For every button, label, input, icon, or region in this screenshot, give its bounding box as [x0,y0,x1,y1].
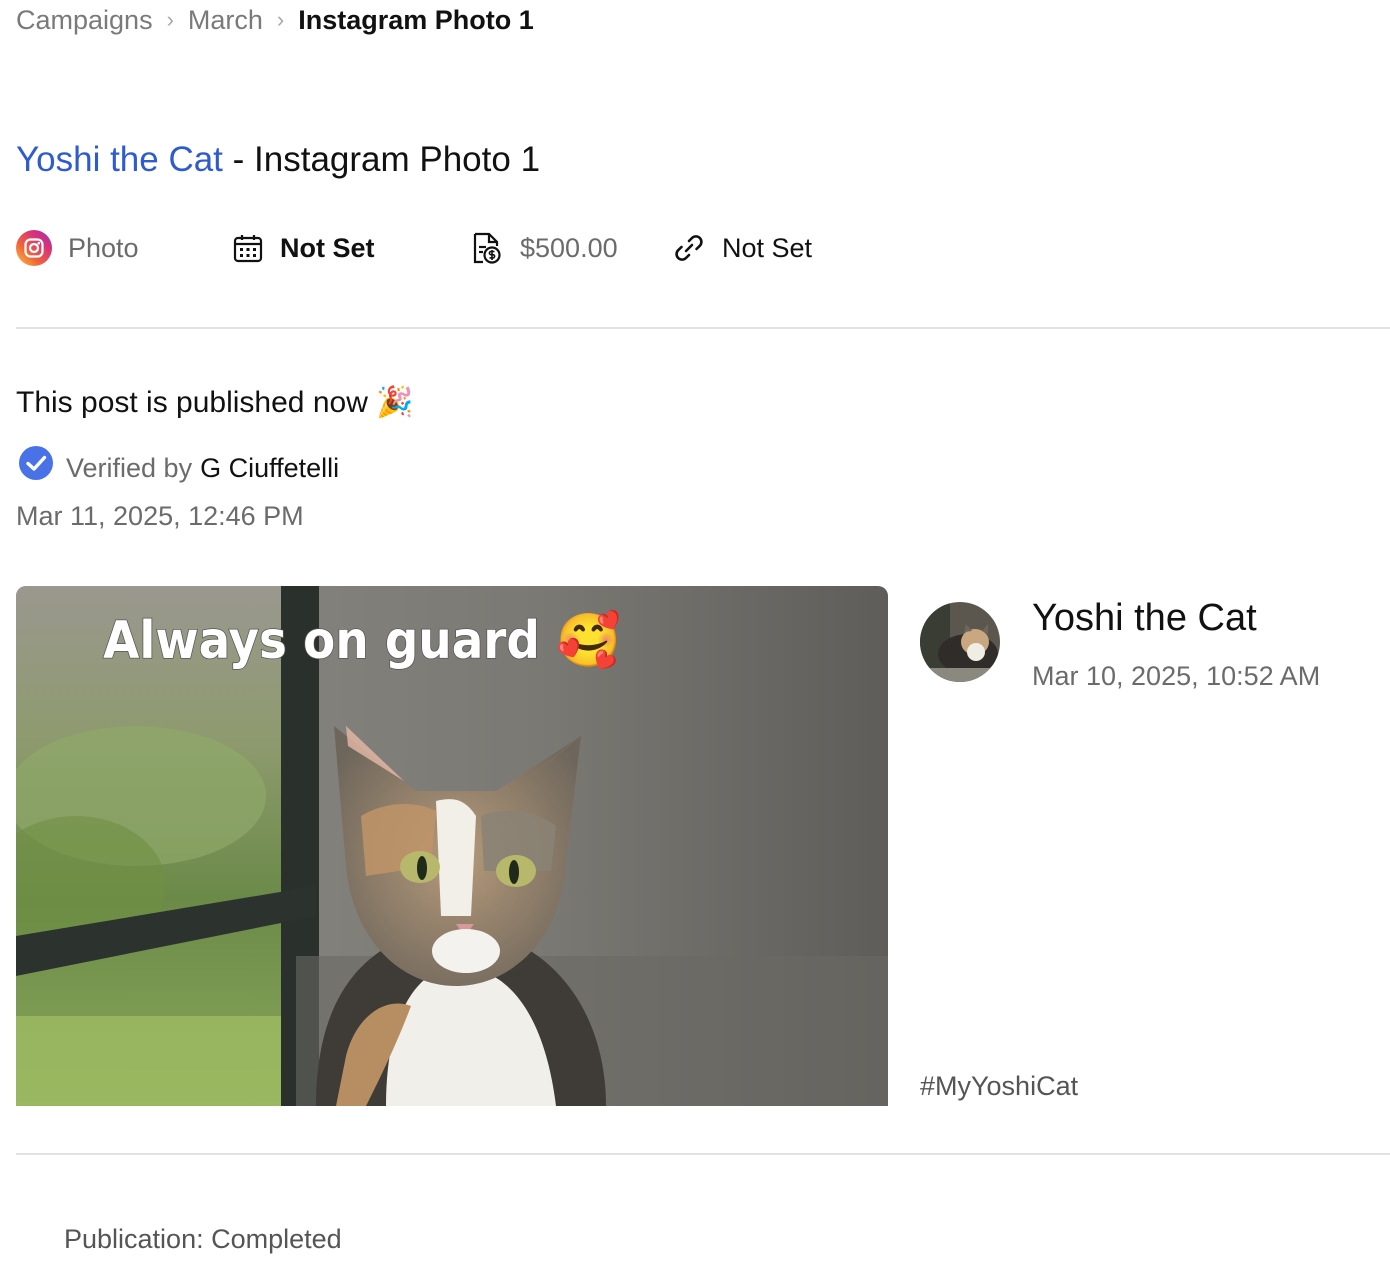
breadcrumb-campaigns[interactable]: Campaigns [16,2,153,38]
creator-link[interactable]: Yoshi the Cat [16,140,223,179]
post-link[interactable]: Not Set [672,228,812,268]
verified-label: Verified by [66,452,193,483]
invoice-dollar-icon [470,231,504,265]
breadcrumb-separator: › [276,7,285,32]
check-circle-icon [18,445,54,490]
post-price: $500.00 [470,228,618,268]
post-image-overlay-text: Always on guard 🥰 [103,609,621,671]
divider [16,1153,1390,1155]
post-date-label: Not Set [280,232,375,263]
post-price-label: $500.00 [520,232,618,263]
breadcrumb-separator: › [166,7,174,32]
instagram-icon [16,230,52,266]
post-caption: #MyYoshiCat [920,1071,1079,1101]
avatar[interactable] [920,602,1000,682]
post-title: Instagram Photo 1 [254,140,541,179]
post-meta-row: Photo Not Set $500.00 Not Set [16,228,1016,268]
publication-timestamp: Mar 11, 2025, 12:46 PM [16,501,304,531]
post-timestamp: Mar 10, 2025, 10:52 AM [1032,661,1321,691]
calendar-icon [232,232,264,264]
breadcrumb-current: Instagram Photo 1 [298,5,534,35]
post-date[interactable]: Not Set [232,228,375,268]
post-type: Photo [16,228,139,268]
page-title: Yoshi the Cat - Instagram Photo 1 [16,138,540,182]
post-author-name[interactable]: Yoshi the Cat [1032,594,1257,642]
post-type-label: Photo [68,232,139,263]
publication-heading: This post is published now 🎉 [16,386,414,419]
title-separator: - [222,140,255,179]
verified-by: Verified by G Ciuffetelli [18,445,339,490]
divider [16,327,1390,329]
verifier-name: G Ciuffetelli [200,452,340,483]
publication-status: Publication: Completed [64,1224,342,1254]
post-image[interactable]: Always on guard 🥰 [16,586,888,1106]
post-link-label: Not Set [722,232,813,263]
breadcrumb-march[interactable]: March [188,2,263,38]
breadcrumb: Campaigns › March › Instagram Photo 1 [16,2,534,38]
link-icon [672,231,706,265]
